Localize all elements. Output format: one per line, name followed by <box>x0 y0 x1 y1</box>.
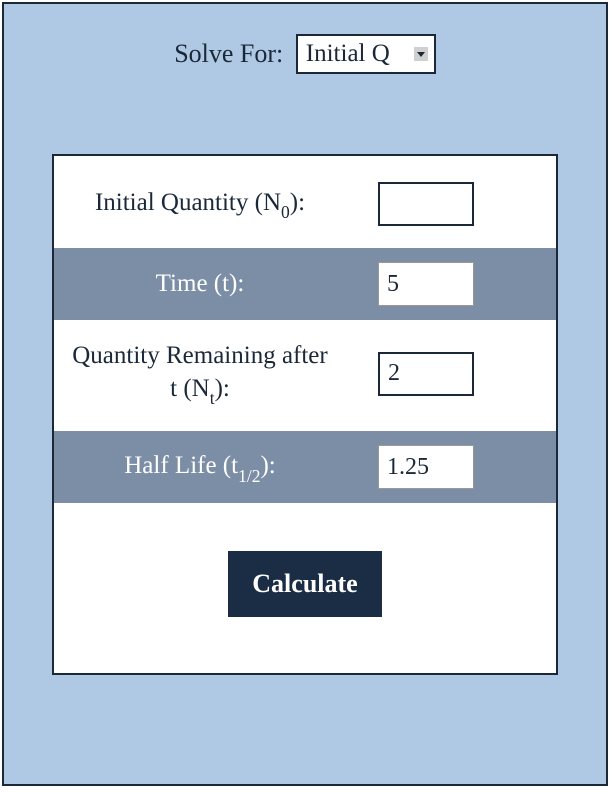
initial-quantity-input[interactable] <box>378 182 474 226</box>
row-quantity-remaining: Quantity Remaining after t (Nt): <box>54 320 556 431</box>
initial-quantity-label: Initial Quantity (N0): <box>70 187 330 222</box>
half-life-label: Half Life (t1/2): <box>70 450 330 485</box>
row-initial-quantity: Initial Quantity (N0): <box>54 156 556 248</box>
quantity-remaining-label: Quantity Remaining after t (Nt): <box>70 340 330 407</box>
form-panel: Initial Quantity (N0): Time (t): Quantit… <box>52 154 558 675</box>
time-input[interactable] <box>378 262 474 306</box>
row-time: Time (t): <box>54 248 556 320</box>
row-half-life: Half Life (t1/2): <box>54 431 556 503</box>
solve-for-row: Solve For: Initial Q <box>4 4 606 94</box>
calculate-button[interactable]: Calculate <box>228 551 381 617</box>
button-row: Calculate <box>54 503 556 673</box>
solve-for-select[interactable]: Initial Q <box>296 34 436 74</box>
calculator-panel: Solve For: Initial Q Initial Quantity (N… <box>2 2 608 786</box>
quantity-remaining-input[interactable] <box>378 352 474 396</box>
solve-for-selected-text: Initial Q <box>306 40 390 67</box>
solve-for-label: Solve For: <box>174 39 283 69</box>
half-life-input[interactable] <box>378 445 474 489</box>
time-label: Time (t): <box>70 268 330 301</box>
chevron-down-icon <box>414 47 428 61</box>
